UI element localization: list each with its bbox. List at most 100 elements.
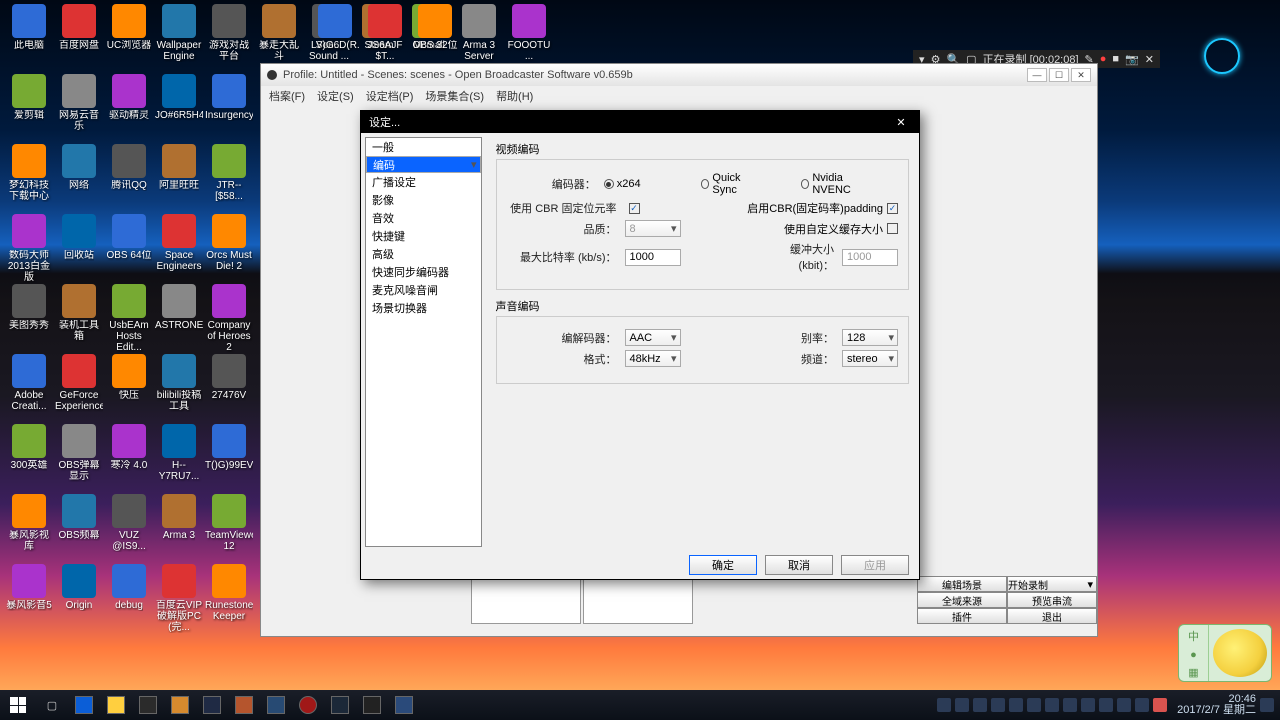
desktop-icon[interactable]: Insurgency <box>204 74 254 144</box>
menu-item[interactable]: 设定档(P) <box>366 88 414 104</box>
tray-icon-9[interactable] <box>1099 698 1113 712</box>
desktop-icon[interactable]: UC浏览器 <box>104 4 154 74</box>
desktop-icon[interactable]: 27476V <box>204 354 254 424</box>
settings-category-item[interactable]: 高级 <box>366 245 481 263</box>
desktop-icon[interactable]: 寒冷 4.0 <box>104 424 154 494</box>
desktop-icon[interactable]: 装机工具箱 <box>54 284 104 354</box>
desktop-icon[interactable]: OBS频幕 <box>54 494 104 564</box>
menu-item[interactable]: 设定(S) <box>317 88 354 104</box>
ok-button[interactable]: 确定 <box>689 555 757 575</box>
desktop-icon[interactable]: 此电脑 <box>4 4 54 74</box>
desktop-icon[interactable]: bilibili投稿工具 <box>154 354 204 424</box>
settings-category-item[interactable]: 快速同步编码器 <box>366 263 481 281</box>
tray-icon-6[interactable] <box>1045 698 1059 712</box>
desktop-icon[interactable]: debug <box>104 564 154 634</box>
encoder-quicksync-radio[interactable]: Quick Sync <box>701 172 757 196</box>
window-minimize-icon[interactable]: — <box>1027 68 1047 82</box>
menu-item[interactable]: 场景集合(S) <box>425 88 484 104</box>
max-bitrate-input[interactable]: 1000 <box>625 249 681 266</box>
encoder-x264-radio[interactable]: x264 <box>604 178 641 190</box>
gadget-dot-icon[interactable]: ● <box>1190 649 1197 661</box>
taskbar-explorer[interactable] <box>100 690 132 720</box>
desktop-icon[interactable]: 百度网盘 <box>54 4 104 74</box>
quality-select[interactable]: 8 <box>625 220 681 237</box>
taskbar-steam[interactable] <box>324 690 356 720</box>
taskbar-app-3[interactable] <box>228 690 260 720</box>
overlay-stop-icon[interactable]: ■ <box>1112 53 1119 65</box>
desktop-icon[interactable]: 阿里旺旺 <box>154 144 204 214</box>
obs-action-button[interactable]: 开始录制▾ <box>1007 576 1097 592</box>
desktop-icon[interactable]: JO#6R5H4... <box>154 74 204 144</box>
tray-icon-3[interactable] <box>991 698 1005 712</box>
desktop-icon[interactable]: OBS 64位 <box>104 214 154 284</box>
settings-category-item[interactable]: 音效 <box>366 209 481 227</box>
desktop-icon[interactable]: Origin <box>54 564 104 634</box>
gadget-ime-icon[interactable]: 中 <box>1188 628 1199 644</box>
custom-buffer-checkbox[interactable] <box>887 223 898 234</box>
use-cbr-checkbox[interactable] <box>629 203 640 214</box>
desktop-icon[interactable]: 梦幻科技下载中心 <box>4 144 54 214</box>
desktop-icon[interactable]: ASTRONEER <box>154 284 204 354</box>
sources-panel[interactable] <box>583 576 693 624</box>
settings-category-item[interactable]: 麦克风噪音闸 <box>366 281 481 299</box>
obs-titlebar[interactable]: Profile: Untitled - Scenes: scenes - Ope… <box>261 64 1097 86</box>
desktop-icon[interactable]: Orcs Must Die! 2 <box>204 214 254 284</box>
ring-hud-icon[interactable] <box>1204 38 1240 74</box>
taskbar-obs[interactable] <box>356 690 388 720</box>
menu-item[interactable]: 档案(F) <box>269 88 305 104</box>
tray-icon-8[interactable] <box>1081 698 1095 712</box>
desktop-icon[interactable]: Runestone Keeper <box>204 564 254 634</box>
obs-action-button[interactable]: 预览串流 <box>1007 592 1097 608</box>
desktop-icon[interactable]: UsbEAm Hosts Edit... <box>104 284 154 354</box>
settings-category-item[interactable]: 场景切换器 <box>366 299 481 317</box>
taskbar-clock[interactable]: 20:46 2017/2/7 星期二 <box>1177 694 1256 716</box>
desktop-icon[interactable]: 网络 <box>54 144 104 214</box>
system-tray[interactable]: 20:46 2017/2/7 星期二 <box>937 694 1280 716</box>
desktop-icon[interactable]: Wallpaper Engine <box>154 4 204 74</box>
obs-action-button[interactable]: 插件 <box>917 608 1007 624</box>
taskbar-store[interactable] <box>132 690 164 720</box>
overlay-record-icon[interactable]: ● <box>1100 53 1107 65</box>
desktop-icon[interactable]: GeForce Experience <box>54 354 104 424</box>
desktop-icon[interactable]: T()G)99EV... <box>204 424 254 494</box>
apply-button[interactable]: 应用 <box>841 555 909 575</box>
cancel-button[interactable]: 取消 <box>765 555 833 575</box>
taskbar-app-1[interactable] <box>164 690 196 720</box>
taskbar-app-4[interactable] <box>260 690 292 720</box>
taskbar-app-5[interactable] <box>388 690 420 720</box>
taskbar-record[interactable] <box>292 690 324 720</box>
tray-ime-icon[interactable] <box>1153 698 1167 712</box>
tray-chevron-icon[interactable] <box>937 698 951 712</box>
menu-item[interactable]: 帮助(H) <box>496 88 533 104</box>
desktop-icon[interactable]: Adobe Creati... <box>4 354 54 424</box>
desktop-icon[interactable]: 网易云音乐 <box>54 74 104 144</box>
scenes-panel[interactable] <box>471 576 581 624</box>
tray-notifications-icon[interactable] <box>1260 698 1274 712</box>
obs-action-button[interactable]: 全域来源 <box>917 592 1007 608</box>
dropdown-icon[interactable]: ▾ <box>1084 578 1096 591</box>
format-select[interactable]: 48kHz <box>625 350 681 367</box>
desktop-icon[interactable]: Arma 3 <box>154 494 204 564</box>
task-view-button[interactable]: ▢ <box>36 690 68 720</box>
settings-category-item[interactable]: 快捷键 <box>366 227 481 245</box>
tray-volume-icon[interactable] <box>1135 698 1149 712</box>
taskbar-app-2[interactable] <box>196 690 228 720</box>
desktop-icon[interactable]: 数码大师2013白金版 <box>4 214 54 284</box>
desktop-icon[interactable]: 回收站 <box>54 214 104 284</box>
desktop-icon[interactable]: 暴风影视库 <box>4 494 54 564</box>
tray-network-icon[interactable] <box>1117 698 1131 712</box>
desktop-icon[interactable]: Space Engineers <box>154 214 204 284</box>
start-button[interactable] <box>0 690 36 720</box>
taskbar-edge[interactable] <box>68 690 100 720</box>
overlay-close-icon[interactable]: ✕ <box>1145 53 1154 66</box>
codec-select[interactable]: AAC <box>625 329 681 346</box>
cbr-padding-checkbox[interactable] <box>887 203 898 214</box>
obs-action-button[interactable]: 退出 <box>1007 608 1097 624</box>
desktop-icon[interactable]: VUZ @IS9... <box>104 494 154 564</box>
desktop-icon[interactable]: 快压 <box>104 354 154 424</box>
desktop-icon[interactable]: 爱剪辑 <box>4 74 54 144</box>
tray-icon-7[interactable] <box>1063 698 1077 712</box>
desktop-icon[interactable]: 300英雄 <box>4 424 54 494</box>
desktop-icon[interactable]: 腾讯QQ <box>104 144 154 214</box>
desktop-gadget[interactable]: 中 ● ▦ <box>1178 624 1272 682</box>
